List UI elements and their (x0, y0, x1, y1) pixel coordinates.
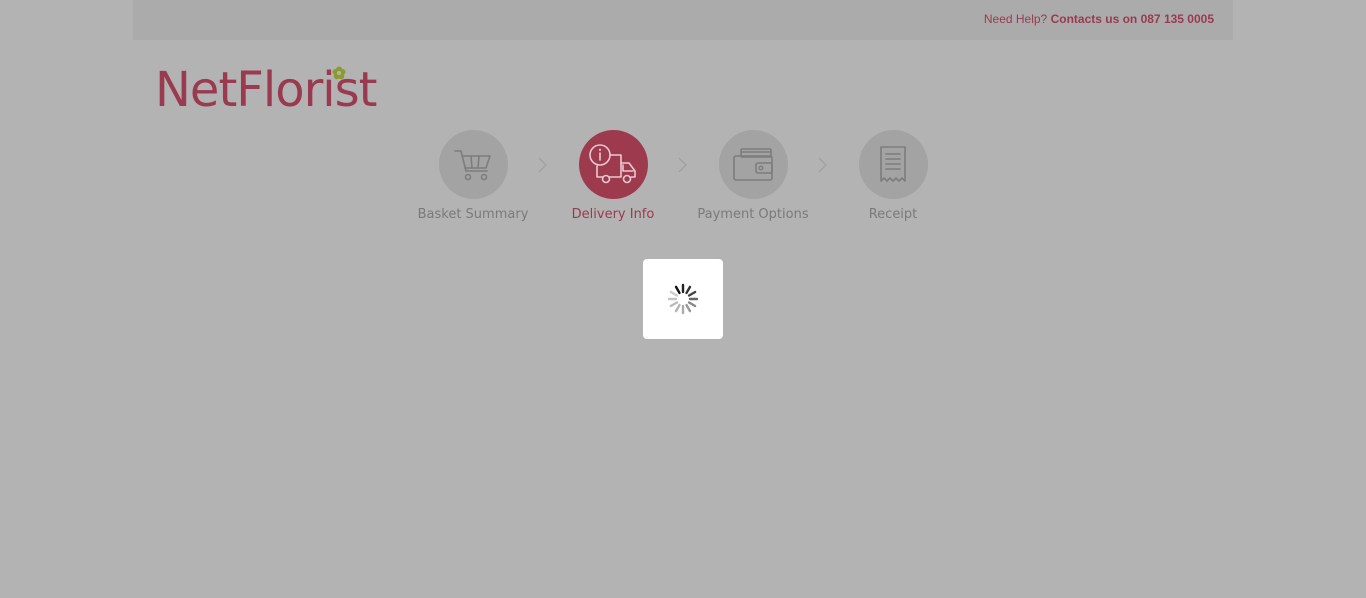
step-receipt[interactable]: Receipt (823, 130, 963, 222)
help-prefix: Need Help? (983, 12, 1048, 26)
step-label: Delivery Info (571, 207, 655, 222)
checkout-steps: Basket Summary Delivery Info Payment Opt… (0, 130, 1366, 230)
step-circle (718, 130, 788, 199)
step-label: Receipt (868, 207, 918, 222)
loading-spinner-icon (667, 283, 699, 315)
step-basket-summary[interactable]: Basket Summary (403, 130, 543, 222)
step-delivery-info[interactable]: Delivery Info (543, 130, 683, 222)
delivery-truck-icon (589, 143, 636, 183)
top-bar: Need Help? Contacts us on 087 135 0005 (133, 0, 1233, 40)
flower-icon (332, 66, 346, 80)
help-contact: Need Help? Contacts us on 087 135 0005 (984, 12, 1214, 26)
loading-dialog (643, 259, 723, 339)
step-label: Basket Summary (417, 207, 529, 222)
receipt-icon (880, 145, 906, 182)
step-label: Payment Options (697, 207, 809, 222)
checkout-page: Need Help? Contacts us on 087 135 0005 N… (0, 0, 1366, 598)
help-phone-link[interactable]: Contacts us on 087 135 0005 (1051, 12, 1214, 26)
step-circle (438, 130, 508, 199)
cart-icon (454, 149, 491, 180)
step-circle (578, 130, 648, 199)
wallet-icon (733, 147, 773, 181)
step-payment-options[interactable]: Payment Options (683, 130, 823, 222)
step-circle (858, 130, 928, 199)
netflorist-logo[interactable]: NetFlorist (155, 62, 395, 118)
